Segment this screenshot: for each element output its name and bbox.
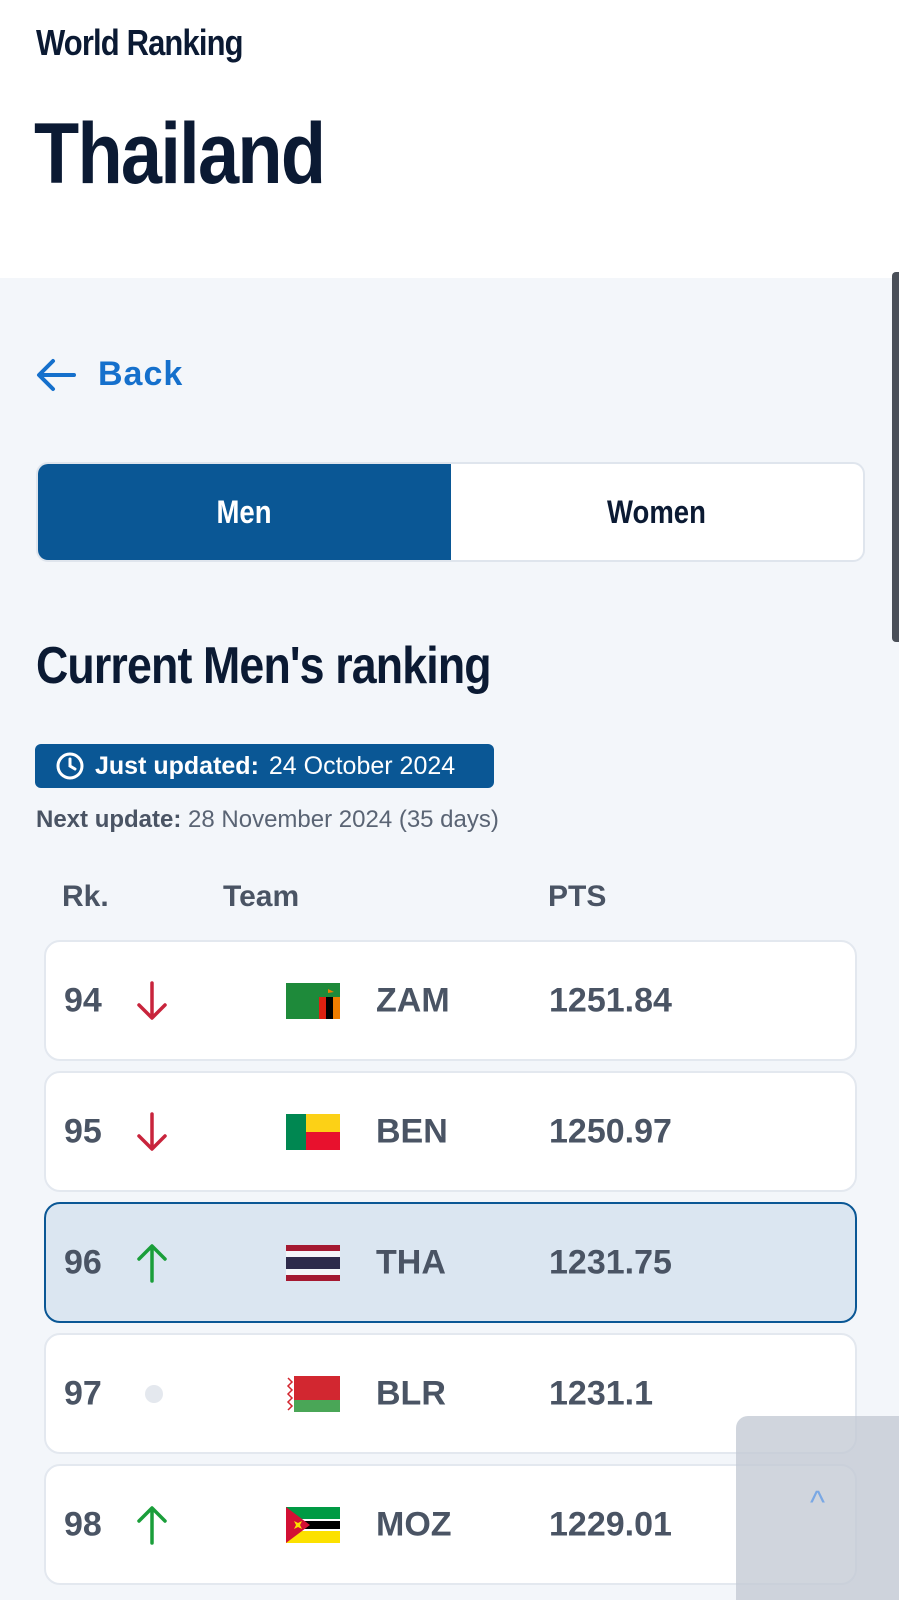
page-header: World Ranking Thailand — [0, 0, 899, 278]
table-row-highlighted[interactable]: 96 THA 1231.75 — [44, 1202, 857, 1323]
row-points: 1250.97 — [549, 1112, 672, 1150]
row-rank: 96 — [64, 1243, 102, 1281]
thailand-flag-icon — [286, 1244, 340, 1281]
chevron-up-icon: ^ — [809, 1483, 825, 1520]
next-update-label: Next update: — [36, 806, 182, 833]
scroll-to-top-button[interactable]: ^ — [736, 1416, 899, 1600]
row-points: 1231.1 — [549, 1374, 653, 1412]
gender-toggle: Men Women — [36, 462, 865, 562]
scrollbar-thumb[interactable] — [892, 272, 899, 642]
row-team-code: MOZ — [376, 1505, 452, 1543]
clock-icon — [56, 752, 84, 780]
arrow-up-icon — [137, 1505, 167, 1545]
belarus-flag-icon — [286, 1375, 340, 1412]
row-team-code: THA — [376, 1243, 446, 1281]
tab-men[interactable]: Men — [38, 464, 451, 560]
arrow-up-icon — [137, 1243, 167, 1283]
arrow-down-icon — [137, 980, 167, 1020]
row-points: 1251.84 — [549, 981, 672, 1019]
updated-date: 24 October 2024 — [268, 751, 456, 780]
next-update: Next update: 28 November 2024 (35 days) — [36, 806, 499, 834]
updated-badge: Just updated: 24 October 2024 — [35, 744, 494, 788]
table-row[interactable]: 95 BEN 1250.97 — [44, 1071, 857, 1192]
back-label: Back — [98, 355, 184, 393]
tab-women[interactable]: Women — [451, 464, 864, 560]
row-rank: 95 — [64, 1112, 102, 1150]
tab-men-label: Men — [216, 493, 272, 530]
tab-women-label: Women — [607, 493, 707, 530]
table-row[interactable]: 94 ZAM 1251.84 — [44, 940, 857, 1061]
header-team: Team — [223, 880, 300, 913]
arrow-left-icon — [37, 358, 76, 391]
row-team-code: ZAM — [376, 981, 450, 1019]
section-title: Current Men's ranking — [36, 637, 492, 695]
row-points: 1229.01 — [549, 1505, 672, 1543]
mozambique-flag-icon — [286, 1506, 340, 1543]
row-rank: 97 — [64, 1374, 102, 1412]
header-rank: Rk. — [62, 880, 109, 913]
row-points: 1231.75 — [549, 1243, 672, 1281]
zambia-flag-icon — [286, 982, 340, 1019]
no-change-dot-icon — [145, 1384, 163, 1403]
page-eyebrow: World Ranking — [36, 22, 244, 63]
row-team-code: BLR — [376, 1374, 446, 1412]
next-update-date: 28 November 2024 (35 days) — [188, 806, 499, 833]
updated-label: Just updated: — [95, 751, 259, 780]
row-rank: 94 — [64, 981, 102, 1019]
row-rank: 98 — [64, 1505, 102, 1543]
header-pts: PTS — [548, 880, 607, 913]
row-team-code: BEN — [376, 1112, 448, 1150]
benin-flag-icon — [286, 1113, 340, 1150]
arrow-down-icon — [137, 1111, 167, 1151]
back-link[interactable]: Back — [36, 355, 183, 394]
page-title: Thailand — [34, 106, 326, 202]
